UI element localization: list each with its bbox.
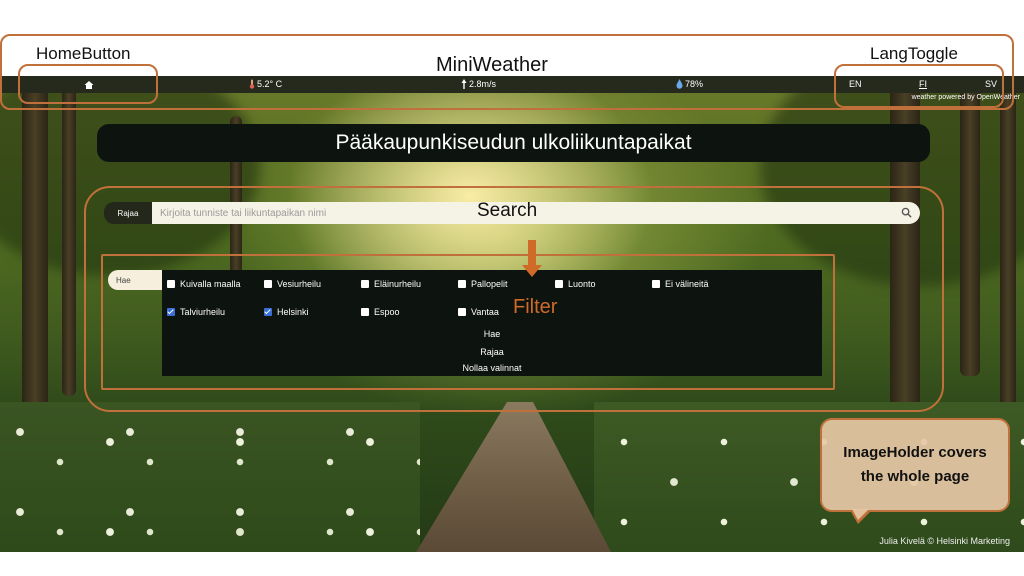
image-holder-annotation: ImageHolder covers the whole page: [843, 444, 987, 485]
filter-tab[interactable]: Hae: [108, 270, 162, 290]
filter-option-helsinki[interactable]: Helsinki: [264, 307, 309, 317]
filter-option-pallopelit[interactable]: Pallopelit: [458, 279, 508, 289]
filter-action-button[interactable]: Rajaa: [162, 347, 822, 357]
lang-option-en[interactable]: EN: [849, 79, 862, 89]
thermometer-icon: [249, 79, 255, 89]
filter-option-espoo[interactable]: Espoo: [361, 307, 400, 317]
filter-panel: Kuivalla maalla Vesiurheilu Eläinurheilu…: [162, 270, 822, 376]
reset-selections-button[interactable]: Nollaa valinnat: [162, 363, 822, 373]
home-button-annotation: HomeButton: [36, 44, 131, 63]
flower-bushes-left: [0, 402, 420, 552]
lang-option-sv[interactable]: SV: [985, 79, 997, 89]
filter-arrow: [528, 240, 536, 268]
checkbox[interactable]: [264, 280, 272, 288]
checkbox[interactable]: [652, 280, 660, 288]
search-annotation: Search: [477, 200, 538, 221]
filter-option-vantaa[interactable]: Vantaa: [458, 307, 499, 317]
home-button[interactable]: [83, 79, 95, 90]
filter-option-kuivalla-maalla[interactable]: Kuivalla maalla: [167, 279, 241, 289]
lang-toggle-annotation: LangToggle: [870, 44, 958, 63]
lang-option-fi[interactable]: FI: [919, 79, 927, 89]
checkbox[interactable]: [458, 280, 466, 288]
filter-option-talviurheilu[interactable]: Talviurheilu: [167, 307, 225, 317]
filter-option-vesiurheilu[interactable]: Vesiurheilu: [264, 279, 321, 289]
filter-option-luonto[interactable]: Luonto: [555, 279, 596, 289]
humidity-reading: 78%: [676, 79, 703, 89]
checkbox[interactable]: [555, 280, 563, 288]
wind-value: 2.8m/s: [469, 79, 497, 89]
home-icon: [84, 80, 94, 89]
filter-option-elainurheilu[interactable]: Eläinurheilu: [361, 279, 421, 289]
mini-weather-bar: 5.2° C 2.8m/s 78% EN FI SV: [0, 76, 1024, 93]
checkbox[interactable]: [361, 308, 369, 316]
weather-powered-by[interactable]: weather powered by OpenWeather: [912, 94, 1020, 101]
checkbox[interactable]: [458, 308, 466, 316]
checkbox-checked[interactable]: [264, 308, 272, 316]
filter-arrow-head: [522, 265, 542, 277]
search-action-button[interactable]: Hae: [162, 329, 822, 339]
search-icon[interactable]: [901, 207, 912, 218]
callout-tail-inner: [852, 509, 869, 520]
image-holder-callout: ImageHolder covers the whole page: [820, 418, 1010, 512]
page-title: Pääkaupunkiseudun ulkoliikuntapaikat: [97, 124, 930, 162]
humidity-value: 78%: [685, 79, 704, 89]
droplet-icon: [676, 79, 683, 89]
wind-reading: 2.8m/s: [461, 79, 496, 89]
mini-weather-annotation: MiniWeather: [436, 54, 548, 76]
temperature-reading: 5.2° C: [249, 79, 282, 89]
wind-arrow-icon: [461, 79, 467, 89]
checkbox-checked[interactable]: [167, 308, 175, 316]
slide: Julia Kivelä © Helsinki Marketing 5.2° C…: [0, 0, 1024, 576]
filter-option-ei-valineita[interactable]: Ei välineitä: [652, 279, 709, 289]
checkbox[interactable]: [167, 280, 175, 288]
search-label: Rajaa: [104, 202, 152, 224]
temperature-value: 5.2° C: [257, 79, 283, 89]
photo-credit: Julia Kivelä © Helsinki Marketing: [879, 536, 1010, 546]
checkbox[interactable]: [361, 280, 369, 288]
filter-annotation: Filter: [513, 296, 558, 318]
